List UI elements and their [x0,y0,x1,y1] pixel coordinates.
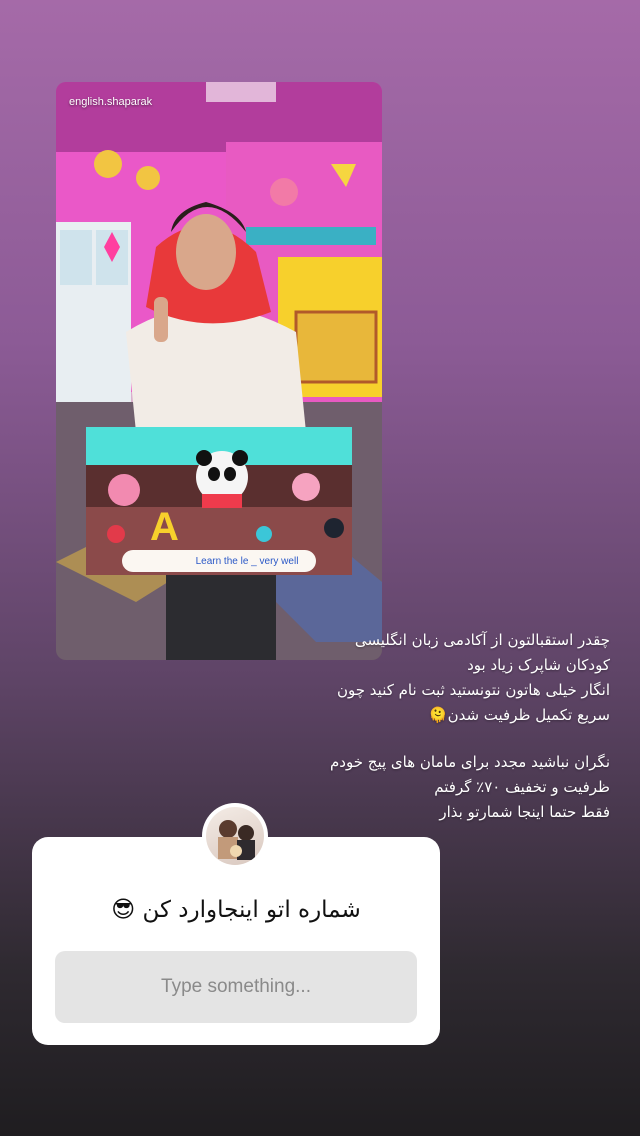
story-caption: چقدر استقبالتون از آکادمی زبان انگلیسی ک… [250,628,610,825]
svg-text:A: A [150,505,179,549]
caption-line: کودکان شاپرک زیاد بود [467,656,610,674]
classroom-video-frame: A [56,82,382,660]
caption-line: نگران نباشید مجدد برای مامان های پیج خود… [330,753,610,771]
caption-line: انگار خیلی هاتون نتونستید ثبت نام کنید چ… [336,681,610,699]
answer-input[interactable]: Type something... [55,951,417,1023]
reposted-media-card[interactable]: A english.shaparak Learn the le _ very w… [56,82,382,660]
caption-line: سریع تکمیل ظرفیت شدن🫠 [428,706,610,724]
source-account-handle[interactable]: english.shaparak [69,96,152,108]
caption-line: چقدر استقبالتون از آکادمی زبان انگلیسی [354,631,610,649]
profile-avatar [202,803,268,869]
video-subtitle-text: Learn the le _ very well [195,556,299,567]
question-prompt: شماره اتو اینجاوارد کن 😎 [111,897,361,923]
caption-line: ظرفیت و تخفیف ۷۰٪ گرفتم [434,778,610,796]
caption-line: فقط حتما اینجا شمارتو بذار [439,803,610,821]
